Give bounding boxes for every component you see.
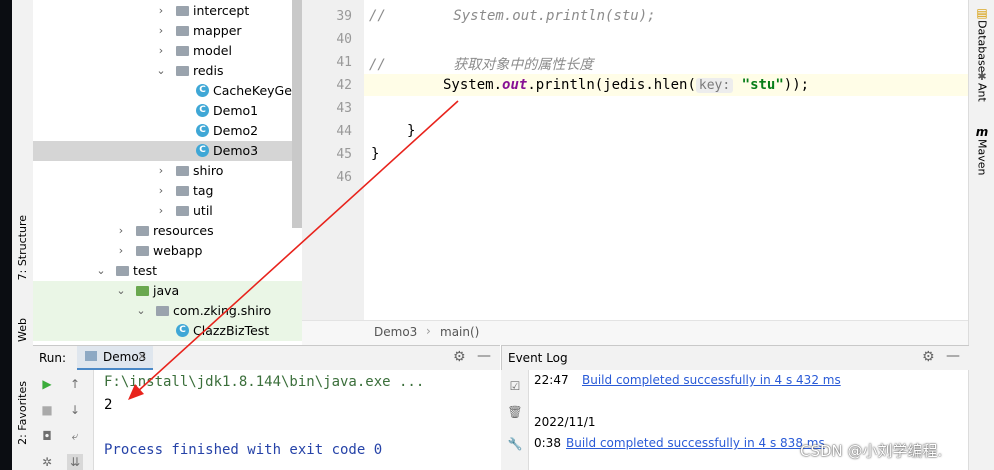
annotation-arrow [128,100,459,400]
